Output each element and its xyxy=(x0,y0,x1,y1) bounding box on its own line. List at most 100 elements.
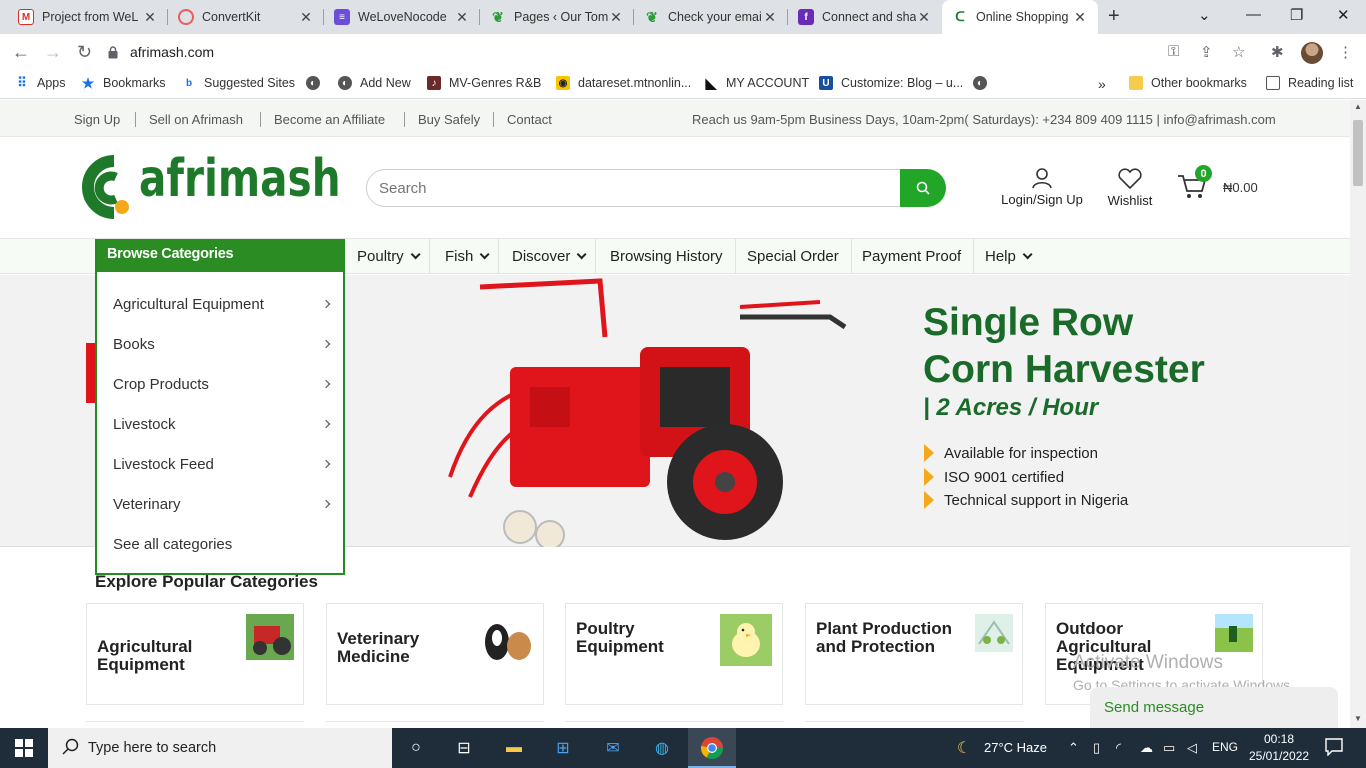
affiliate-link[interactable]: Become an Affiliate xyxy=(274,112,385,127)
bookmark-my-account[interactable]: ◣ MY ACCOUNT xyxy=(704,75,810,91)
volume-icon[interactable]: ◁ xyxy=(1187,740,1197,756)
bullet-arrow-icon xyxy=(924,444,934,462)
profile-avatar[interactable] xyxy=(1301,42,1323,64)
logo-mark-icon[interactable] xyxy=(74,153,136,224)
search-button[interactable] xyxy=(900,169,946,207)
logo-wordmark[interactable]: afrimash xyxy=(139,149,341,209)
cortana-icon[interactable]: ○ xyxy=(404,736,428,760)
browser-tab-active[interactable]: ᑕ Online Shopping ✕ xyxy=(942,0,1098,34)
signup-link[interactable]: Sign Up xyxy=(74,112,120,127)
edge-icon[interactable]: ◍ xyxy=(650,736,674,760)
cart-total[interactable]: ₦0.00 xyxy=(1223,180,1258,195)
extensions-icon[interactable]: ✱ xyxy=(1271,43,1284,61)
language-indicator[interactable]: ENG xyxy=(1212,740,1238,754)
clock-time[interactable]: 00:18 xyxy=(1264,732,1294,746)
category-item[interactable]: Crop Products xyxy=(113,376,333,393)
close-window-icon[interactable]: ✕ xyxy=(1337,6,1350,24)
file-explorer-icon[interactable]: ▬ xyxy=(502,736,526,760)
menu-icon[interactable]: ⋮ xyxy=(1338,43,1353,61)
weather-icon[interactable]: ☾ xyxy=(952,736,976,760)
close-tab-icon[interactable]: ✕ xyxy=(608,9,624,26)
nav-poultry[interactable]: Poultry xyxy=(345,239,430,274)
cloud-icon[interactable]: ☁ xyxy=(1140,740,1153,756)
battery-saver-icon[interactable]: ▯ xyxy=(1093,740,1100,756)
close-tab-icon[interactable]: ✕ xyxy=(142,9,158,26)
browser-tab[interactable]: f Connect and sha ✕ xyxy=(788,0,942,34)
mail-icon[interactable]: ✉ xyxy=(601,736,625,760)
scroll-up-icon[interactable]: ▲ xyxy=(1354,102,1362,111)
bookmark-suggested-sites[interactable]: b Suggested Sites xyxy=(182,76,295,90)
scrollbar-thumb[interactable] xyxy=(1353,120,1363,186)
page-scrollbar[interactable]: ▲ ▼ xyxy=(1350,100,1366,728)
tab-search-icon[interactable]: ⌄ xyxy=(1198,6,1211,24)
category-item[interactable]: Livestock xyxy=(113,416,333,433)
browser-tab[interactable]: ConvertKit ✕ xyxy=(168,0,324,34)
close-tab-icon[interactable]: ✕ xyxy=(298,9,314,26)
contact-link[interactable]: Contact xyxy=(507,112,552,127)
close-tab-icon[interactable]: ✕ xyxy=(762,9,778,26)
power-icon[interactable]: ▭ xyxy=(1163,740,1175,756)
share-icon[interactable]: ⇪ xyxy=(1200,43,1213,61)
nav-help[interactable]: Help xyxy=(973,239,1041,274)
new-tab-button[interactable]: + xyxy=(1108,5,1120,28)
browse-categories-header[interactable]: Browse Categories xyxy=(97,239,345,272)
chrome-taskbar-button[interactable] xyxy=(688,728,736,768)
browser-tab[interactable]: M Project from WeL ✕ xyxy=(8,0,168,34)
buy-safely-link[interactable]: Buy Safely xyxy=(418,112,480,127)
scroll-down-icon[interactable]: ▼ xyxy=(1354,714,1362,723)
category-item[interactable]: Agricultural Equipment xyxy=(113,296,333,313)
nav-special-order[interactable]: Special Order xyxy=(735,239,852,274)
reload-icon[interactable]: ↻ xyxy=(77,42,92,63)
bookmark-apps[interactable]: ⠿ Apps xyxy=(15,75,65,90)
maximize-icon[interactable]: ❐ xyxy=(1290,6,1303,24)
clock-date[interactable]: 25/01/2022 xyxy=(1249,749,1309,763)
bookmark-bookmarks[interactable]: ★ Bookmarks xyxy=(81,75,166,91)
nav-browsing-history[interactable]: Browsing History xyxy=(598,239,736,274)
search-input[interactable] xyxy=(366,169,901,207)
windows-start-icon[interactable] xyxy=(12,736,36,760)
sell-link[interactable]: Sell on Afrimash xyxy=(149,112,243,127)
close-tab-icon[interactable]: ✕ xyxy=(1072,9,1088,26)
popular-category-card[interactable]: Poultry Equipment xyxy=(565,603,783,705)
notifications-icon[interactable] xyxy=(1325,738,1343,759)
see-all-categories-link[interactable]: See all categories xyxy=(113,536,333,553)
weather-text[interactable]: 27°C Haze xyxy=(984,740,1047,755)
browser-tab[interactable]: ❦ Check your email ✕ xyxy=(634,0,788,34)
bookmark-add-new[interactable]: ◐ Add New xyxy=(338,76,411,90)
popular-category-card[interactable]: Veterinary Medicine xyxy=(326,603,544,705)
nav-discover[interactable]: Discover xyxy=(500,239,597,274)
send-message-button[interactable]: Send message xyxy=(1090,687,1338,728)
bookmark-globe[interactable]: ◐ xyxy=(973,76,995,90)
taskbar-search[interactable]: Type here to search xyxy=(48,728,392,768)
address-bar[interactable]: afrimash.com xyxy=(108,39,1258,65)
task-view-icon[interactable]: ⊟ xyxy=(452,736,476,760)
nav-payment-proof[interactable]: Payment Proof xyxy=(850,239,975,274)
bookmark-star-icon[interactable]: ☆ xyxy=(1232,43,1245,61)
reading-list[interactable]: Reading list xyxy=(1266,76,1353,90)
category-item[interactable]: Veterinary xyxy=(113,496,333,513)
nav-fish[interactable]: Fish xyxy=(433,239,500,274)
category-item[interactable]: Livestock Feed xyxy=(113,456,333,473)
popular-category-card[interactable]: Agricultural Equipment xyxy=(86,603,304,705)
close-tab-icon[interactable]: ✕ xyxy=(916,9,932,26)
other-bookmarks[interactable]: Other bookmarks xyxy=(1129,76,1247,90)
login-signup[interactable]: Login/Sign Up xyxy=(996,167,1088,207)
store-icon[interactable]: ⊞ xyxy=(551,736,575,760)
bookmark-mv-genres[interactable]: ♪ MV-Genres R&B xyxy=(427,76,541,90)
bookmark-datareset[interactable]: ◉ datareset.mtnonlin... xyxy=(556,76,691,90)
category-item[interactable]: Books xyxy=(113,336,333,353)
close-tab-icon[interactable]: ✕ xyxy=(454,9,470,26)
popular-category-card[interactable]: Plant Production and Protection xyxy=(805,603,1023,705)
more-bookmarks-button[interactable]: » xyxy=(1098,76,1106,92)
back-icon[interactable]: ← xyxy=(12,42,30,63)
bookmark-customize-blog[interactable]: U Customize: Blog – u... xyxy=(819,76,963,90)
key-icon[interactable]: ⚿ xyxy=(1168,43,1179,60)
tray-chevron-icon[interactable]: ⌃ xyxy=(1068,740,1079,756)
wifi-icon[interactable]: ◜ xyxy=(1116,740,1121,756)
wishlist[interactable]: Wishlist xyxy=(1104,168,1156,208)
bookmark-globe[interactable]: ◐ xyxy=(306,76,328,90)
browser-tab[interactable]: ❦ Pages ‹ Our Tom ✕ xyxy=(480,0,634,34)
browser-tab[interactable]: ≡ WeLoveNocode ✕ xyxy=(324,0,480,34)
minimize-icon[interactable]: — xyxy=(1246,6,1261,23)
forward-icon[interactable]: → xyxy=(44,42,62,63)
